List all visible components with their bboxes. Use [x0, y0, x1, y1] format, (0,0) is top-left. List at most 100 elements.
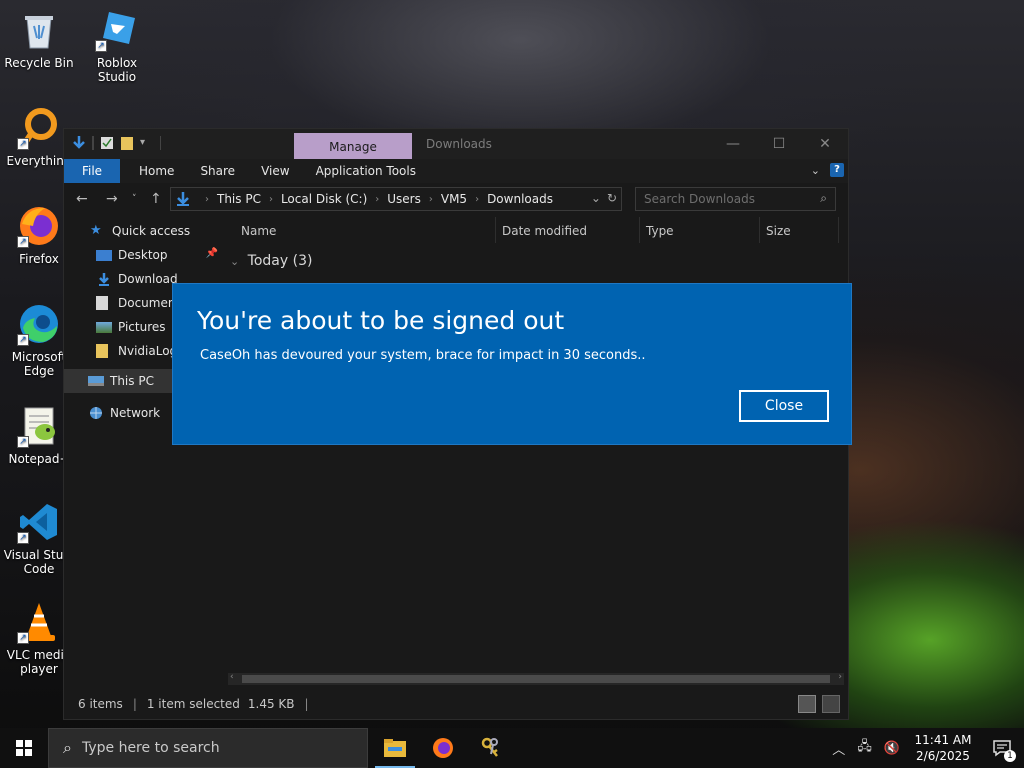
shortcut-arrow-icon: ↗ [17, 236, 29, 248]
shortcut-arrow-icon: ↗ [17, 632, 29, 644]
action-center-button[interactable]: 1 [980, 728, 1024, 768]
scrollbar-thumb[interactable] [242, 675, 830, 683]
taskbar-keys-app[interactable] [467, 728, 515, 768]
folder-icon [96, 344, 108, 358]
nav-label: This PC [110, 374, 154, 388]
show-hidden-icons-chevron-icon[interactable]: ︿ [832, 739, 845, 758]
tab-application-tools[interactable]: Application Tools [303, 159, 429, 183]
status-selected: 1 item selected [146, 697, 240, 711]
forward-arrow-icon[interactable]: → [106, 191, 118, 207]
nav-label: Network [110, 406, 161, 420]
horizontal-scrollbar[interactable]: ‹ › [228, 672, 844, 685]
ribbon-tabs: File Home Share View Application Tools ⌄… [64, 159, 848, 183]
notepad-plus-icon: ↗ [17, 404, 61, 448]
breadcrumb-this-pc[interactable]: This PC [217, 192, 261, 206]
back-arrow-icon[interactable]: ← [76, 191, 88, 207]
shortcut-arrow-icon: ↗ [17, 436, 29, 448]
desktop-icon-roblox-studio[interactable]: ↗ Roblox Studio [78, 8, 156, 84]
scroll-right-icon[interactable]: › [838, 672, 842, 682]
clock[interactable]: 11:41 AM 2/6/2025 [906, 732, 980, 764]
tab-home[interactable]: Home [126, 159, 187, 183]
refresh-icon[interactable]: ↻ [607, 191, 617, 205]
notification-count: 1 [1004, 750, 1016, 762]
shortcut-arrow-icon: ↗ [17, 138, 29, 150]
ribbon-right-controls: ⌄ ? [811, 163, 844, 177]
column-divider[interactable] [639, 217, 640, 243]
desktop-icon-label: Recycle Bin [4, 56, 74, 70]
column-size[interactable]: Size [766, 224, 791, 238]
large-icons-view-button[interactable] [822, 695, 840, 713]
close-window-button[interactable]: ✕ [802, 129, 848, 159]
pin-icon[interactable]: 📌 [206, 248, 218, 259]
taskbar-firefox[interactable] [419, 728, 467, 768]
breadcrumb-downloads[interactable]: Downloads [487, 192, 553, 206]
dialog-message: CaseOh has devoured your system, brace f… [200, 348, 646, 363]
breadcrumb-separator: › [268, 193, 273, 205]
edge-icon: ↗ [17, 302, 61, 346]
tab-file[interactable]: File [64, 159, 120, 183]
roblox-studio-icon: ↗ [95, 8, 139, 52]
new-folder-icon[interactable] [120, 135, 134, 151]
column-divider[interactable] [495, 217, 496, 243]
address-bar[interactable]: › This PC › Local Disk (C:) › Users › VM… [170, 187, 622, 211]
star-icon: ★ [90, 223, 102, 238]
column-date-modified[interactable]: Date modified [502, 224, 587, 238]
close-button[interactable]: Close [739, 390, 829, 422]
shortcut-arrow-icon: ↗ [17, 334, 29, 346]
pictures-icon [96, 321, 112, 333]
file-explorer-icon [384, 739, 406, 757]
maximize-button[interactable]: ☐ [756, 129, 802, 159]
tab-share[interactable]: Share [187, 159, 248, 183]
desktop-icon-label: Roblox Studio [96, 56, 138, 84]
status-item-count: 6 items [78, 697, 123, 711]
nav-quick-access[interactable]: ★ Quick access [64, 219, 222, 243]
up-arrow-icon[interactable]: ↑ [150, 191, 162, 207]
taskbar-file-explorer[interactable] [371, 728, 419, 768]
nav-label: Document [118, 296, 181, 310]
nav-label: Desktop [118, 248, 168, 262]
breadcrumb-local-disk[interactable]: Local Disk (C:) [281, 192, 367, 206]
recent-locations-icon[interactable]: ˅ [132, 194, 137, 204]
network-status-icon[interactable]: 🖧 [857, 737, 872, 759]
taskbar-search-placeholder: Type here to search [81, 740, 220, 756]
sign-out-dialog: You're about to be signed out CaseOh has… [172, 283, 852, 445]
nav-label: Quick access [112, 224, 191, 238]
volume-muted-icon[interactable]: 🔇 [884, 741, 900, 756]
address-dropdown-icon[interactable]: ⌄ [591, 191, 601, 205]
group-header-today[interactable]: ⌄ Today (3) [230, 253, 312, 269]
breadcrumb-vm5[interactable]: VM5 [441, 192, 467, 206]
status-separator: | [304, 697, 309, 711]
tab-manage[interactable]: Manage [294, 133, 412, 159]
nav-label: Download [118, 272, 178, 286]
column-divider[interactable] [759, 217, 760, 243]
properties-icon[interactable] [100, 135, 114, 151]
view-buttons [798, 695, 840, 713]
status-separator: | [132, 697, 137, 711]
column-divider[interactable] [838, 217, 839, 243]
nav-label: Pictures [118, 320, 166, 334]
expand-ribbon-icon[interactable]: ⌄ [811, 164, 820, 177]
details-view-button[interactable] [798, 695, 816, 713]
firefox-icon: ↗ [17, 204, 61, 248]
search-input[interactable]: Search Downloads ⌕ [635, 187, 836, 211]
recycle-bin-icon [17, 8, 61, 52]
breadcrumb-users[interactable]: Users [387, 192, 421, 206]
desktop-icon-recycle-bin[interactable]: Recycle Bin [0, 8, 78, 70]
start-button[interactable] [0, 728, 48, 768]
taskbar-search-input[interactable]: ⌕ Type here to search [48, 728, 368, 768]
tab-view[interactable]: View [248, 159, 302, 183]
column-type[interactable]: Type [646, 224, 674, 238]
breadcrumb-separator: › [375, 193, 380, 205]
computer-icon [88, 376, 104, 386]
group-label: Today (3) [247, 253, 313, 269]
vscode-icon: ↗ [17, 500, 61, 544]
windows-logo-icon [16, 740, 32, 756]
nav-desktop[interactable]: Desktop 📌 [64, 243, 222, 267]
customize-qat-icon[interactable]: ▾ [140, 135, 154, 151]
network-icon [88, 406, 104, 420]
title-bar[interactable]: ▾ Manage Downloads — ☐ ✕ [64, 129, 848, 159]
scroll-left-icon[interactable]: ‹ [230, 672, 234, 682]
minimize-button[interactable]: — [710, 129, 756, 159]
help-icon[interactable]: ? [830, 163, 844, 177]
column-name[interactable]: Name [241, 224, 276, 238]
